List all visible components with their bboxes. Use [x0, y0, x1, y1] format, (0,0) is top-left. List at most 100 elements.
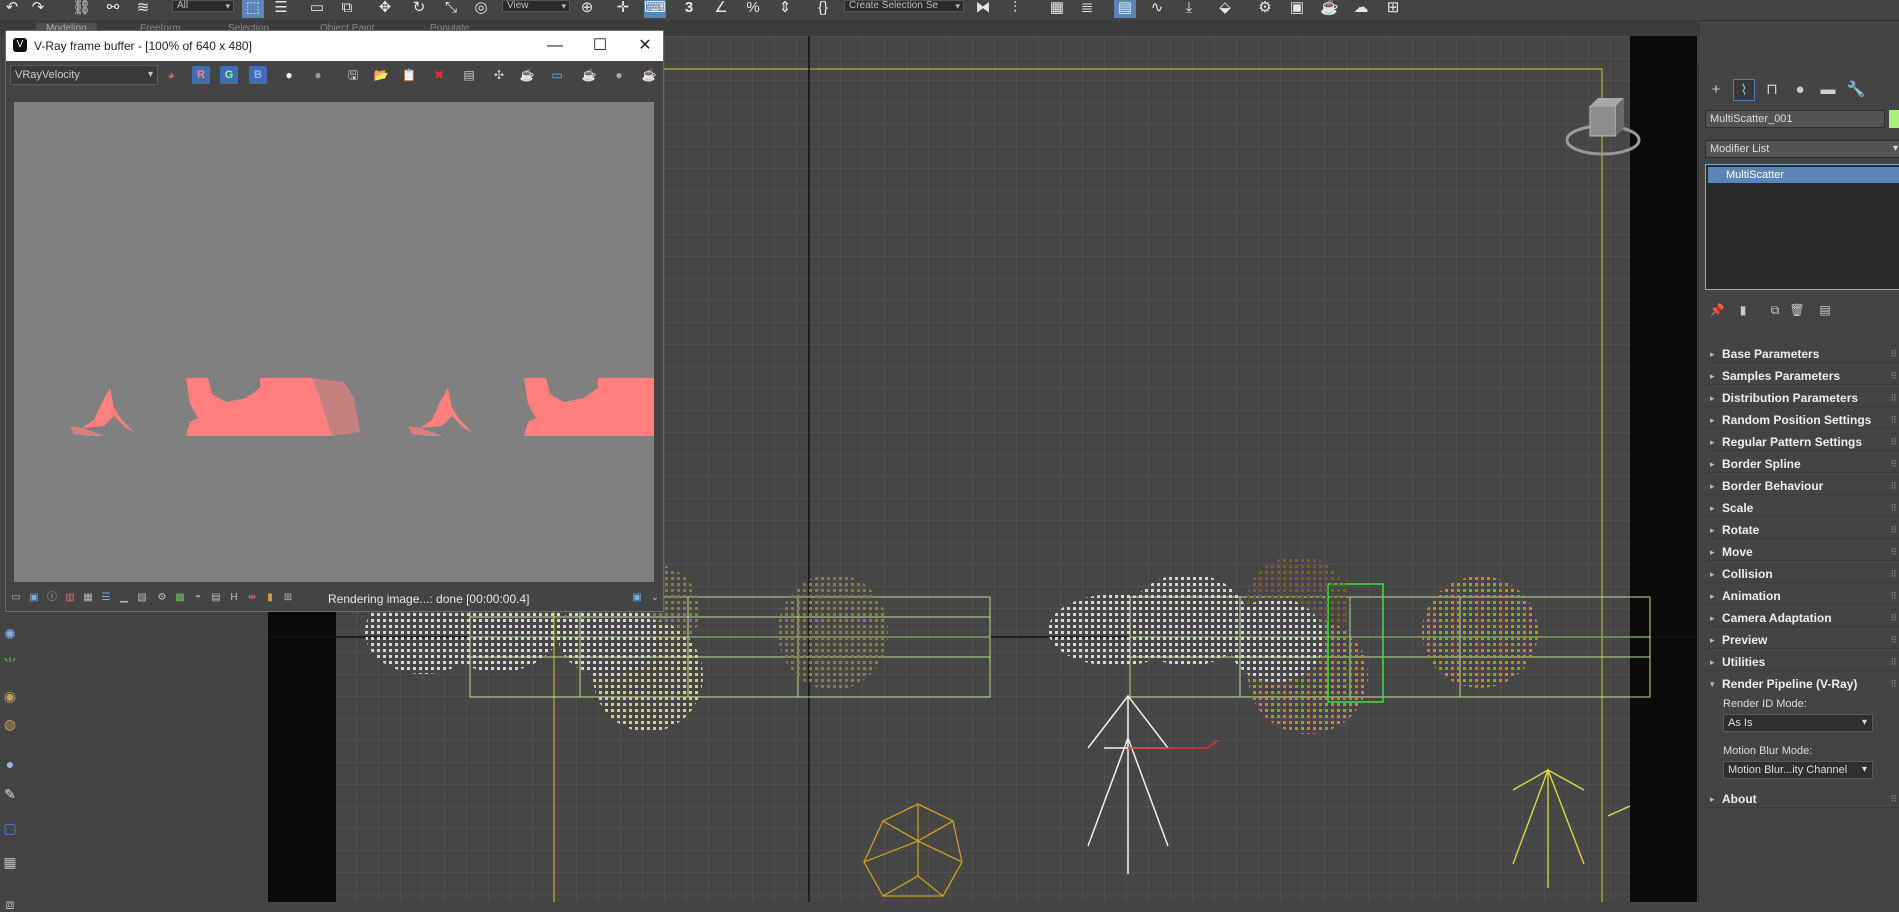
move-icon[interactable]: ✥ [376, 0, 394, 18]
render-frame-window-icon[interactable]: ▣ [1288, 0, 1306, 18]
unlink-icon[interactable]: ⚯ [104, 0, 122, 18]
status-icon-1[interactable]: ▭ [10, 592, 22, 604]
tool-grid-icon[interactable]: ▦ [2, 854, 18, 870]
close-button[interactable]: ✕ [634, 35, 656, 57]
frame-icon[interactable]: ⊞ [282, 592, 294, 604]
spinner-snap-icon[interactable]: ⇕ [776, 0, 794, 18]
motion-blur-mode-dropdown[interactable]: Motion Blur...ity Channel [1723, 761, 1873, 779]
create-tab-icon[interactable]: + [1705, 79, 1727, 101]
display-tab-icon[interactable]: ▬ [1817, 79, 1839, 101]
ribbon-toggle-icon[interactable]: ▤ [1114, 0, 1136, 18]
rollout-rotate[interactable]: ▸ Rotate ⠿ [1705, 521, 1899, 539]
select-by-name-icon[interactable]: ☰ [272, 0, 290, 18]
make-unique-icon[interactable]: ⧉ [1767, 302, 1783, 318]
tool-paint-icon[interactable]: ✎ [2, 786, 18, 802]
modifier-stack[interactable]: MultiScatter [1705, 164, 1899, 290]
scale-icon[interactable]: ⤡ [442, 0, 460, 18]
mirror-icon[interactable]: ⧓ [974, 0, 992, 18]
monochrome-icon[interactable]: ● [309, 66, 327, 84]
render-last-icon[interactable]: ☕ [518, 66, 536, 84]
window-crossing-icon[interactable]: ⧉ [338, 0, 356, 18]
vision-icon[interactable]: ◓ [192, 592, 204, 604]
curve-editor-icon[interactable]: ∿ [1148, 0, 1166, 18]
reference-coord-dropdown[interactable]: View [502, 0, 570, 12]
rollout-border-spline[interactable]: ▸ Border Spline ⠿ [1705, 455, 1899, 473]
layer-explorer-icon[interactable]: ▦ [1048, 0, 1066, 18]
selection-filter-dropdown[interactable]: All [172, 0, 234, 12]
bind-spacewarp-icon[interactable]: ≋ [134, 0, 152, 18]
motion-tab-icon[interactable]: ● [1789, 79, 1811, 101]
rollout-collision[interactable]: ▸ Collision ⠿ [1705, 565, 1899, 583]
rendered-image[interactable] [14, 102, 654, 582]
tool-shell2-icon[interactable]: ◍ [2, 716, 18, 732]
rollout-render-pipeline[interactable]: ▾ Render Pipeline (V-Ray) ⠿ [1705, 675, 1899, 693]
hierarchy-tab-icon[interactable]: ⊓ [1761, 79, 1783, 101]
align-icon[interactable]: ⫶ [1006, 0, 1024, 18]
show-end-result-icon[interactable]: ▮ [1735, 302, 1751, 318]
color-channels-icon[interactable]: ◕ [162, 66, 180, 84]
minimize-button[interactable]: — [544, 35, 566, 57]
select-object-icon[interactable]: ⬚ [242, 0, 264, 18]
material-editor-icon[interactable]: ⬙ [1216, 0, 1234, 18]
rollout-border-behaviour[interactable]: ▸ Border Behaviour ⠿ [1705, 477, 1899, 495]
curves-icon[interactable]: ☰ [100, 592, 112, 604]
vray-frame-buffer-window[interactable]: V V-Ray frame buffer - [100% of 640 x 48… [5, 30, 664, 612]
color-bars-icon[interactable]: ▮ [264, 592, 276, 604]
tool-grass-icon[interactable]: ⺌ [2, 656, 18, 672]
info-icon[interactable]: ⓘ [46, 592, 58, 604]
named-selection-dropdown[interactable]: Create Selection Se [844, 0, 964, 12]
object-name-field[interactable]: MultiScatter_001 [1705, 110, 1885, 128]
rollout-scale[interactable]: ▸ Scale ⠿ [1705, 499, 1899, 517]
rollout-random-position[interactable]: ▸ Random Position Settings ⠿ [1705, 411, 1899, 429]
rollout-base-parameters[interactable]: ▸ Base Parameters ⠿ [1705, 345, 1899, 363]
render-setup-icon[interactable]: ⚙ [1256, 0, 1274, 18]
h-split-icon[interactable]: H [228, 592, 240, 604]
alpha-white-icon[interactable]: ● [280, 66, 298, 84]
stamp-icon[interactable]: ▩ [174, 592, 186, 604]
histogram-icon[interactable]: ▁ [118, 592, 130, 604]
tool-layers-icon[interactable]: ⧈ [2, 896, 18, 912]
lut-icon[interactable]: ▥ [64, 592, 76, 604]
undo-icon[interactable]: ↶ [4, 0, 20, 18]
tool-gear-icon[interactable]: ✺ [2, 626, 18, 642]
region-render-icon[interactable]: ✣ [490, 66, 508, 84]
render-iterative-icon[interactable]: ☁ [1352, 0, 1370, 18]
remove-modifier-icon[interactable]: 🗑 [1789, 302, 1805, 318]
levels-icon[interactable]: ▦ [82, 592, 94, 604]
schematic-view-icon[interactable]: ⤓ [1180, 0, 1198, 18]
render-production-icon[interactable]: ☕ [1320, 0, 1339, 18]
track-mouse-icon[interactable]: ▤ [460, 66, 478, 84]
angle-snap-icon[interactable]: ∠ [712, 0, 730, 18]
modifier-list-dropdown[interactable]: Modifier List [1705, 140, 1899, 158]
rollout-regular-pattern[interactable]: ▸ Regular Pattern Settings ⠿ [1705, 433, 1899, 451]
select-manipulate-icon[interactable]: ✛ [614, 0, 632, 18]
render-icon[interactable]: ☕ [640, 66, 658, 84]
clear-image-icon[interactable]: ✖ [430, 66, 448, 84]
status-icon-2[interactable]: ▣ [28, 592, 40, 604]
rollout-utilities[interactable]: ▸ Utilities ⠿ [1705, 653, 1899, 671]
render-id-mode-dropdown[interactable]: As Is [1723, 714, 1873, 732]
place-icon[interactable]: ◎ [472, 0, 490, 18]
expand-panel-icon[interactable]: ▣ [631, 592, 643, 604]
rotate-icon[interactable]: ↻ [410, 0, 428, 18]
chevron-down-icon[interactable]: ⌄ [649, 592, 661, 604]
rollout-samples-parameters[interactable]: ▸ Samples Parameters ⠿ [1705, 367, 1899, 385]
compare-icon[interactable]: ▧ [136, 592, 148, 604]
clipboard-icon[interactable]: 📋 [400, 66, 418, 84]
green-channel-button[interactable]: G [220, 66, 238, 84]
save-image-icon[interactable]: 🖫 [344, 66, 362, 84]
ab-icon[interactable]: ▤ [210, 592, 222, 604]
interactive-render-icon[interactable]: ☕ [580, 66, 598, 84]
percent-snap-icon[interactable]: % [744, 0, 762, 18]
vfb-title-bar[interactable]: V V-Ray frame buffer - [100% of 640 x 48… [6, 31, 663, 61]
render-activeshade-icon[interactable]: ⊞ [1384, 0, 1402, 18]
load-image-icon[interactable]: 📂 [372, 66, 390, 84]
object-color-swatch[interactable] [1889, 110, 1899, 128]
blue-channel-button[interactable]: B [249, 66, 267, 84]
tool-sphere-icon[interactable]: ● [2, 756, 18, 772]
modify-tab-icon[interactable]: ⌇ [1733, 79, 1755, 101]
utilities-tab-icon[interactable]: 🔧 [1845, 79, 1867, 101]
rollout-move[interactable]: ▸ Move ⠿ [1705, 543, 1899, 561]
maximize-button[interactable]: ☐ [589, 35, 611, 57]
pivot-center-icon[interactable]: ⊕ [578, 0, 596, 18]
